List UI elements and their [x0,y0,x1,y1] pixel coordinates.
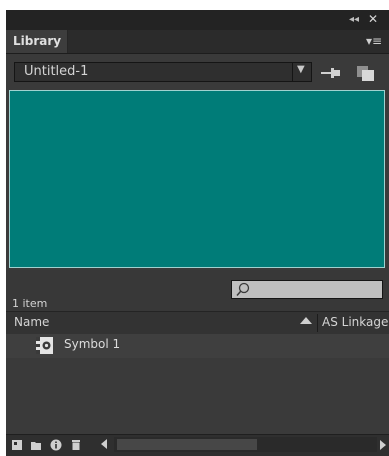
panel-menu-icon[interactable]: ▾≡ [366,34,382,48]
new-symbol-icon[interactable] [11,439,23,451]
status-row: 1 item [6,270,389,315]
library-item-list: Symbol 1 [6,334,389,434]
column-header-row: Name AS Linkage [6,311,389,335]
scroll-left-arrow[interactable] [101,439,107,449]
item-count: 1 item [12,297,48,310]
tab-row: Library ▾≡ [6,30,389,54]
scroll-right-arrow[interactable] [380,440,386,450]
horizontal-scrollbar[interactable] [114,437,377,452]
sort-ascending-icon[interactable] [300,317,312,324]
delete-icon[interactable] [70,439,82,451]
document-select[interactable]: Untitled-1 ▼ [14,62,312,82]
column-linkage-header[interactable]: AS Linkage [322,315,389,329]
properties-icon[interactable] [50,439,62,451]
close-panel-icon[interactable]: ✕ [368,13,378,25]
library-toolbar [6,434,389,456]
chevron-down-icon: ▼ [297,64,305,75]
pin-icon[interactable] [321,66,341,80]
new-library-panel-icon[interactable] [356,65,376,82]
tab-library[interactable]: Library [6,30,68,53]
document-row: Untitled-1 ▼ [6,54,389,89]
scrollbar-thumb[interactable] [117,439,257,450]
search-icon [236,282,250,296]
column-divider[interactable] [317,314,318,332]
list-item[interactable]: Symbol 1 [6,334,389,358]
column-name-header[interactable]: Name [14,315,49,329]
tab-library-label: Library [13,34,62,48]
search-input[interactable] [231,280,383,299]
document-select-value: Untitled-1 [24,64,89,79]
new-folder-icon[interactable] [30,439,42,451]
symbol-preview-area [9,90,385,268]
document-select-arrow[interactable]: ▼ [292,63,311,81]
movie-clip-symbol-icon [36,337,53,354]
list-item-label: Symbol 1 [64,337,121,351]
library-panel: ◂◂ ✕ Library ▾≡ Untitled-1 ▼ 1 item Name… [6,10,389,456]
collapse-panel-icon[interactable]: ◂◂ [349,14,359,26]
panel-title-bar: ◂◂ ✕ [6,10,389,30]
